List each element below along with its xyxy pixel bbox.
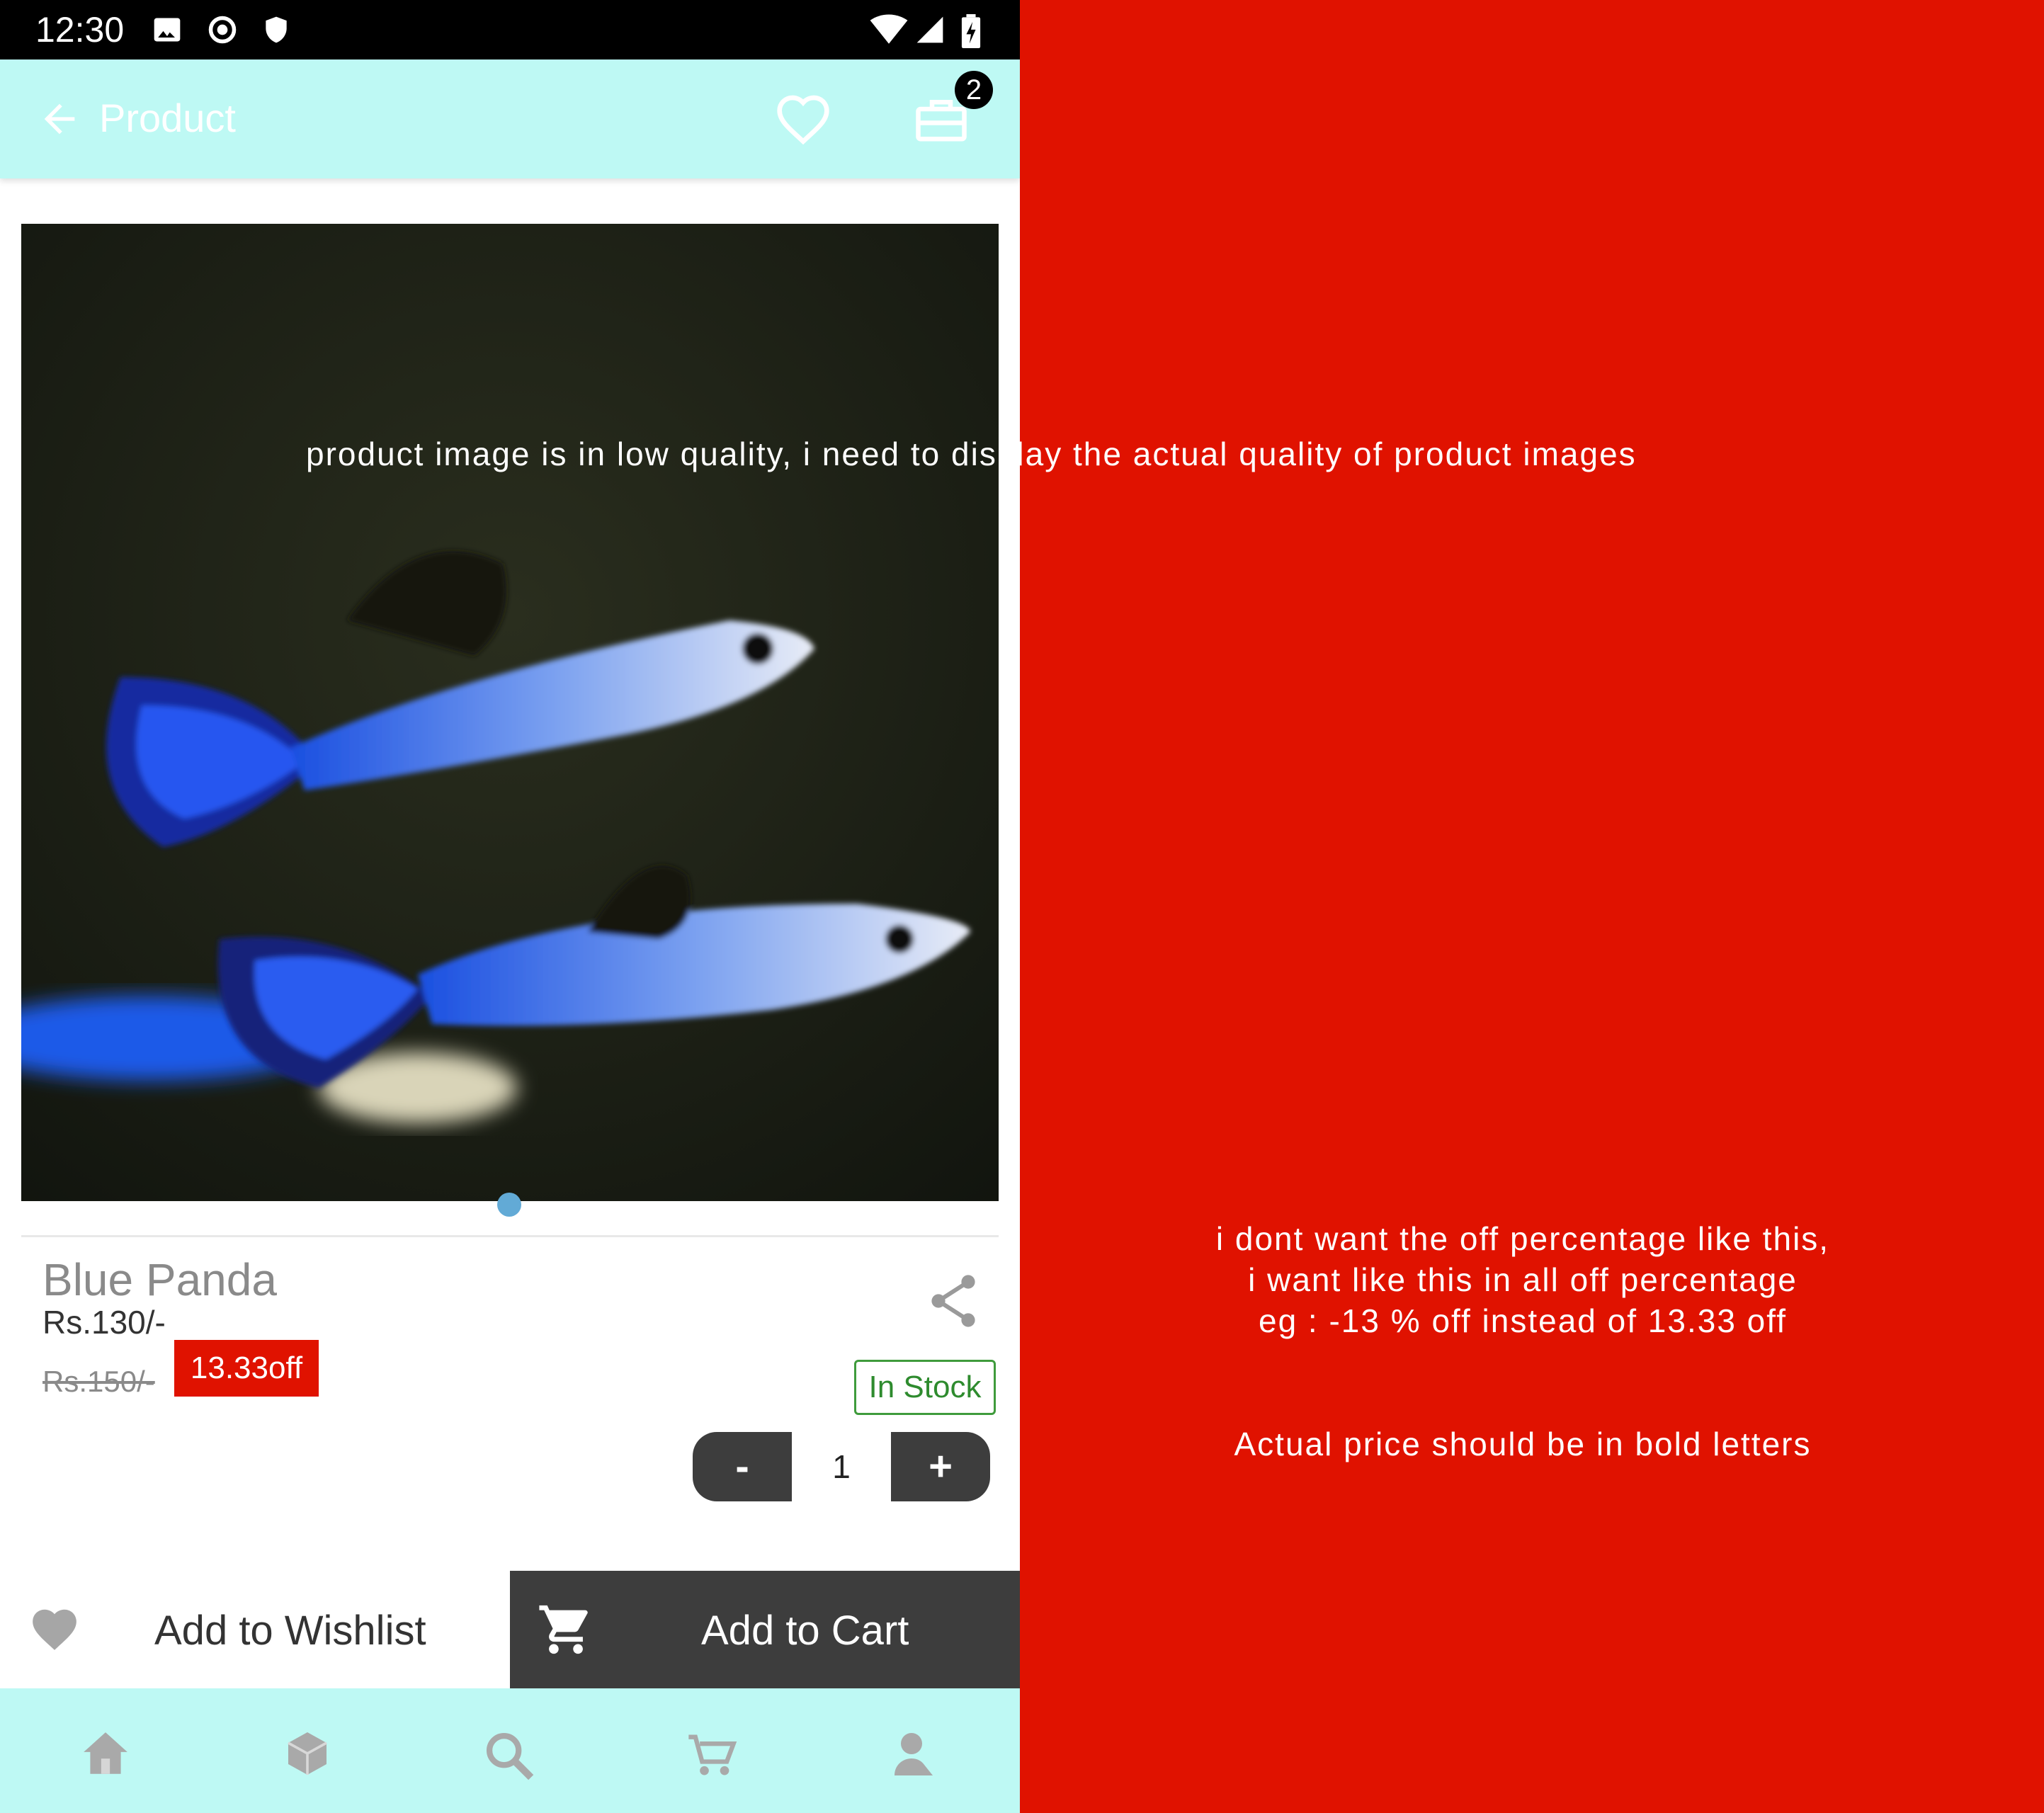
home-icon[interactable] [79,1728,132,1780]
cart-label: Add to Cart [701,1608,909,1654]
share-icon[interactable] [928,1273,979,1329]
quantity-increase-button[interactable]: + [891,1432,990,1501]
signal-icon [916,16,943,43]
shopping-cart-icon [539,1605,588,1654]
page-title: Product [99,96,236,140]
product-image[interactable] [21,224,999,1201]
annotation-panel [1020,0,2044,1813]
bottom-navigation [0,1688,1020,1813]
divider [21,1235,999,1237]
categories-icon[interactable] [282,1728,333,1779]
profile-icon[interactable] [888,1728,939,1780]
status-time: 12:30 [35,10,125,50]
wishlist-heart-icon[interactable] [775,92,831,146]
record-icon [208,16,237,44]
battery-icon [961,14,981,48]
quantity-decrease-button[interactable]: - [693,1432,792,1501]
wifi-icon [870,14,908,44]
image-notification-icon [154,18,181,42]
back-arrow-icon[interactable] [37,96,82,142]
cart-count-badge: 2 [955,71,993,109]
bold-price-note: Actual price should be in bold letters [1234,1426,1812,1462]
app-bar: Product 2 [0,59,1020,178]
carousel-indicator[interactable] [497,1193,521,1217]
product-name: Blue Panda [42,1254,277,1305]
original-price: Rs.150/- [42,1365,155,1398]
guppy-fish-photo [21,224,999,1201]
add-to-wishlist-button[interactable]: Add to Wishlist [0,1571,510,1688]
shield-icon [266,16,287,43]
heart-icon [33,1609,76,1650]
discount-format-note: i dont want the off percentage like this… [1215,1220,1830,1339]
image-quality-note: product image is in low quality, i need … [306,436,1637,472]
quantity-value: 1 [832,1448,851,1485]
status-bar: 12:30 [0,0,1020,59]
search-icon[interactable] [482,1728,535,1782]
stock-status-badge: In Stock [854,1360,996,1415]
discount-badge: 13.33off [174,1340,319,1397]
add-to-cart-button[interactable]: Add to Cart [510,1571,1020,1688]
cart-icon[interactable] [684,1728,738,1782]
phone-screen: 12:30 Product 2 Blue Panda Rs.130/- Rs.1… [0,0,1020,1813]
product-price: Rs.130/- [42,1304,166,1341]
wishlist-label: Add to Wishlist [154,1608,426,1654]
